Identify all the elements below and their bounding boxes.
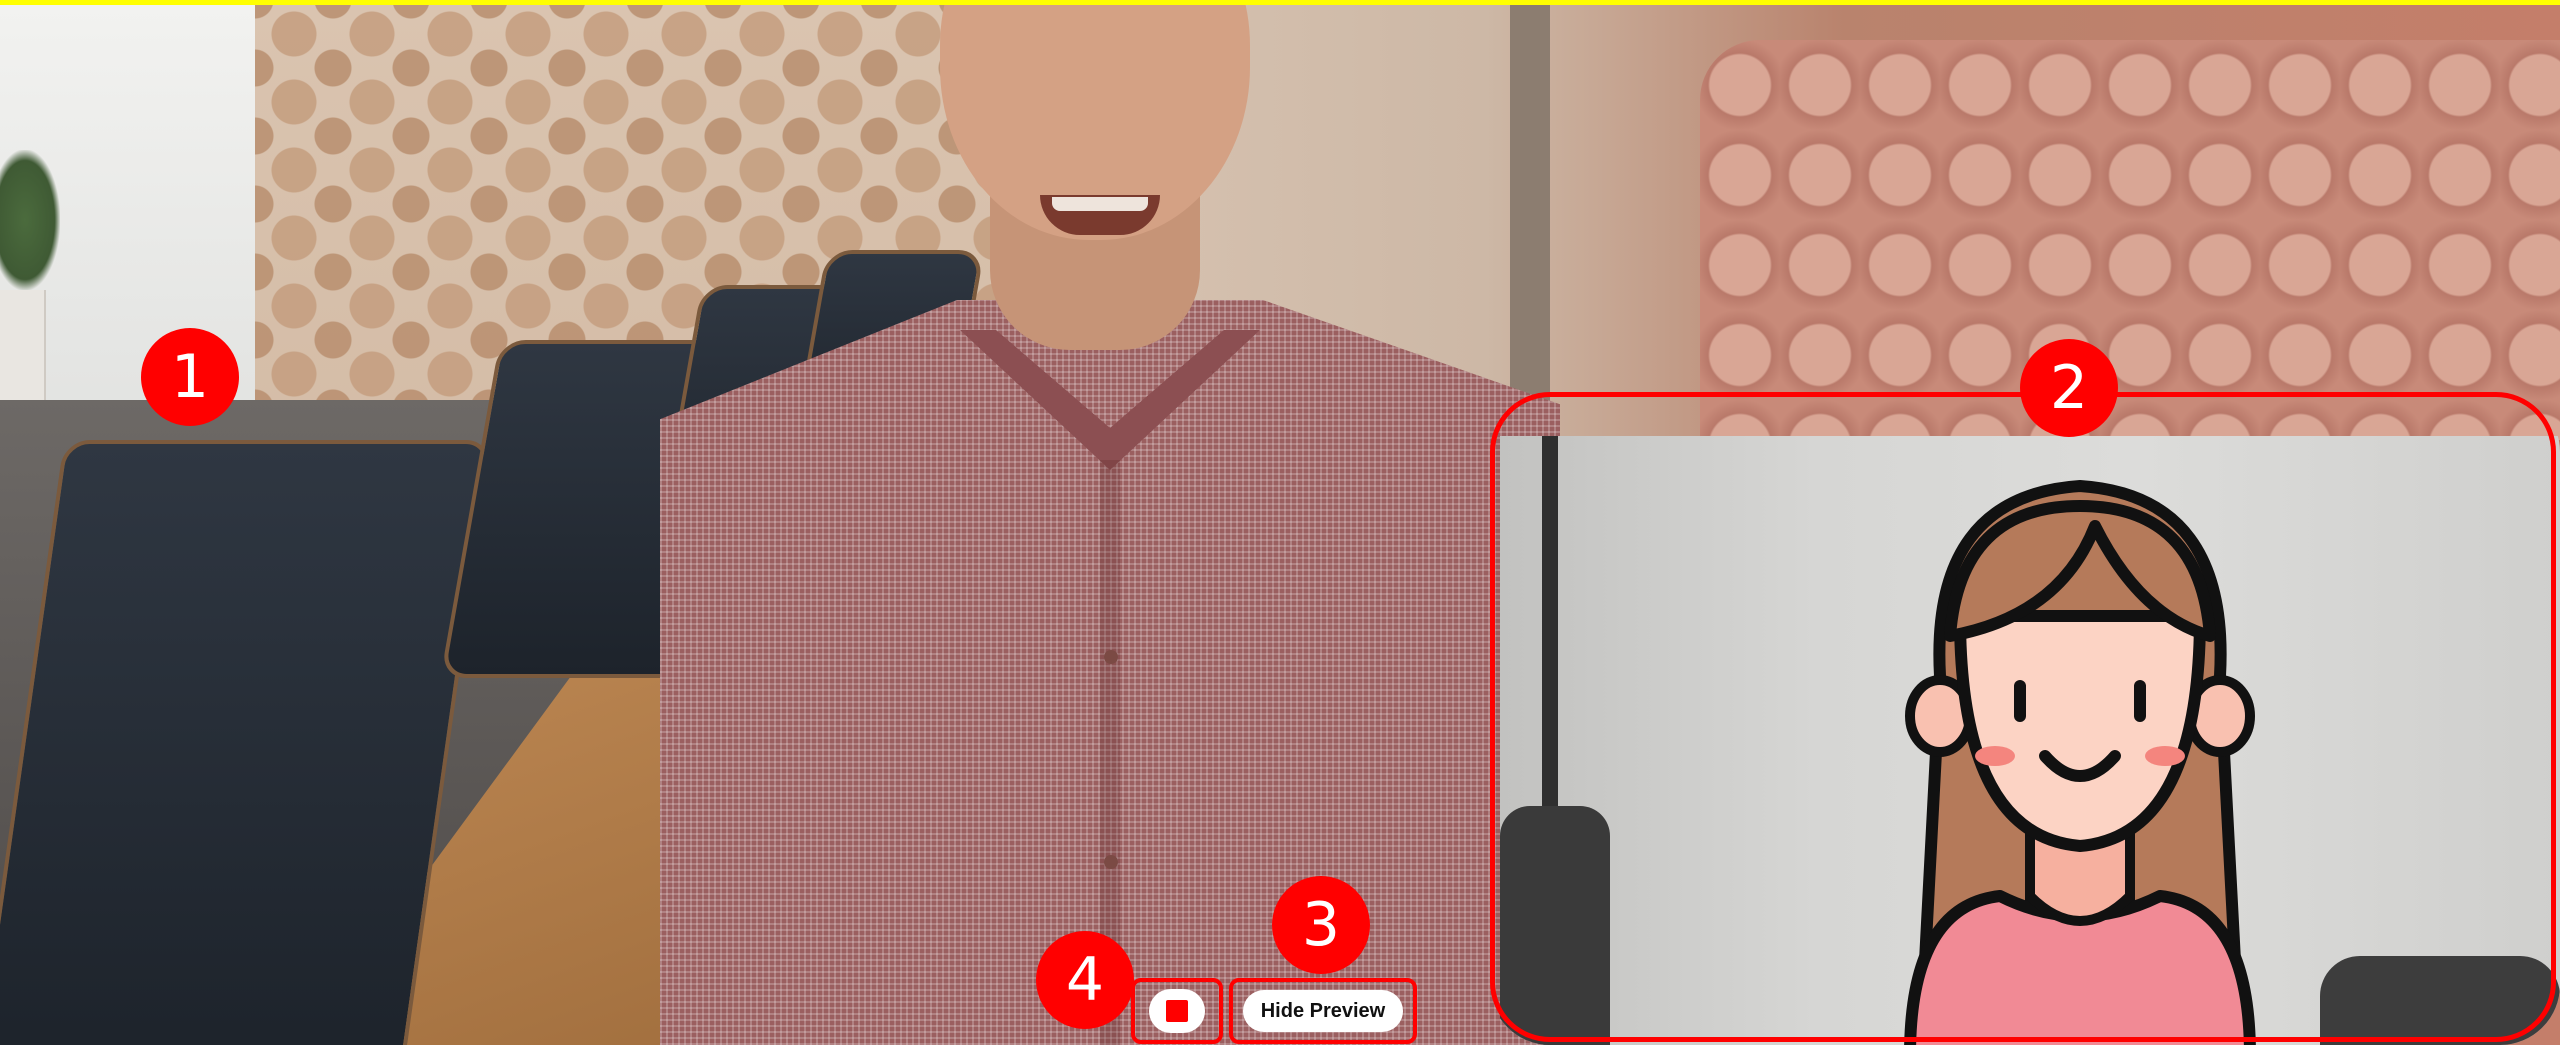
presenter-teeth: [1052, 197, 1148, 211]
callout-4: 4: [1036, 931, 1134, 1029]
callout-2: 2: [2020, 339, 2118, 437]
preview-panel: [1490, 392, 2560, 1045]
stop-icon: [1166, 1000, 1188, 1022]
background-plant: [0, 150, 60, 290]
hide-preview-button[interactable]: Hide Preview: [1242, 990, 1404, 1032]
shirt-button: [1104, 855, 1118, 869]
callout-1: 1: [141, 328, 239, 426]
background-sofa: [1700, 40, 2560, 440]
background-chair: [0, 440, 493, 1045]
top-highlight-strip: [0, 0, 2560, 5]
hide-preview-button-frame[interactable]: Hide Preview: [1229, 978, 1417, 1044]
stop-button-pill[interactable]: [1149, 989, 1205, 1033]
avatar-icon: [1904, 480, 2256, 1045]
preview-jacket: [1500, 806, 1610, 1045]
presenter-head: [940, 0, 1250, 240]
preview-video-feed: [1500, 436, 2560, 1045]
presenter: [660, 0, 1560, 1045]
shirt-button: [1104, 650, 1118, 664]
stop-button[interactable]: [1131, 978, 1223, 1044]
presenter-mouth: [1040, 195, 1160, 235]
preview-chair: [2320, 956, 2560, 1045]
callout-3: 3: [1272, 876, 1370, 974]
